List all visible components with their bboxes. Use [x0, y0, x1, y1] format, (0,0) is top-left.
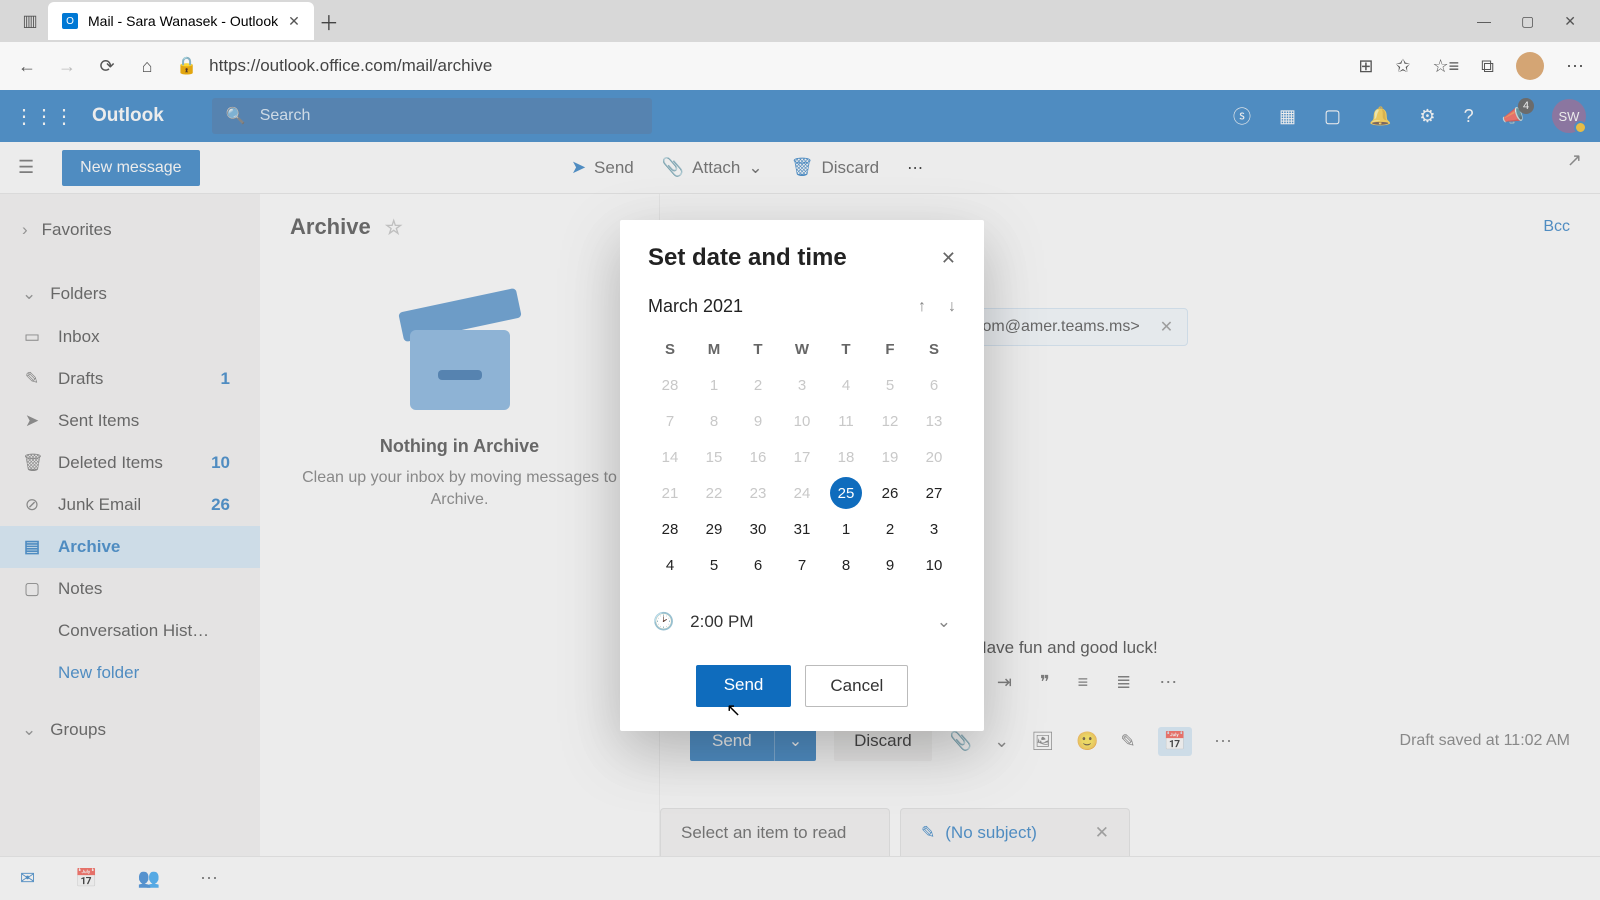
calendar-day[interactable]: 3 [912, 511, 956, 547]
url-text: https://outlook.office.com/mail/archive [209, 56, 492, 76]
calendar-day[interactable]: 18 [824, 439, 868, 475]
dialog-cancel-button[interactable]: Cancel [805, 665, 908, 707]
calendar-day[interactable]: 16 [736, 439, 780, 475]
close-tab-icon[interactable]: ✕ [288, 13, 300, 30]
browser-chrome: ▥ O Mail - Sara Wanasek - Outlook ✕ ＋ — … [0, 0, 1600, 90]
address-bar[interactable]: 🔒 https://outlook.office.com/mail/archiv… [176, 56, 1340, 76]
calendar-dow: T [824, 331, 868, 367]
calendar-day[interactable]: 5 [692, 547, 736, 583]
tab-actions-icon[interactable]: ▥ [12, 3, 48, 39]
extensions-icon[interactable]: ⊞ [1358, 56, 1373, 77]
browser-tab[interactable]: O Mail - Sara Wanasek - Outlook ✕ [48, 2, 314, 40]
next-month-icon[interactable]: ↓ [948, 298, 956, 316]
calendar-day[interactable]: 9 [736, 403, 780, 439]
window-minimize-icon[interactable]: — [1477, 13, 1491, 30]
calendar-dow: S [648, 331, 692, 367]
refresh-icon[interactable]: ⟳ [96, 56, 118, 77]
calendar-day[interactable]: 27 [912, 475, 956, 511]
calendar-month: March 2021 [648, 296, 743, 317]
calendar-dow: F [868, 331, 912, 367]
window-close-icon[interactable]: ✕ [1564, 13, 1576, 30]
calendar-grid: SMTWTFS 28123456789101112131415161718192… [648, 331, 956, 583]
calendar-day[interactable]: 28 [648, 367, 692, 403]
calendar-dow: M [692, 331, 736, 367]
calendar-day[interactable]: 6 [912, 367, 956, 403]
calendar-day[interactable]: 24 [780, 475, 824, 511]
calendar-day[interactable]: 9 [868, 547, 912, 583]
dialog-send-button[interactable]: Send [696, 665, 792, 707]
window-maximize-icon[interactable]: ▢ [1521, 13, 1534, 30]
calendar-day[interactable]: 30 [736, 511, 780, 547]
forward-icon: → [56, 56, 78, 77]
calendar-day[interactable]: 11 [824, 403, 868, 439]
tab-title: Mail - Sara Wanasek - Outlook [88, 13, 278, 29]
calendar-day[interactable]: 17 [780, 439, 824, 475]
calendar-day[interactable]: 10 [780, 403, 824, 439]
calendar-day[interactable]: 14 [648, 439, 692, 475]
lock-icon: 🔒 [176, 56, 197, 76]
calendar-day[interactable]: 7 [648, 403, 692, 439]
outlook-favicon-icon: O [62, 13, 78, 29]
calendar-day[interactable]: 19 [868, 439, 912, 475]
clock-icon: 🕑 [653, 612, 674, 632]
time-picker[interactable]: 🕑 2:00 PM ⌄ [648, 605, 956, 639]
chevron-down-icon: ⌄ [937, 612, 951, 632]
dialog-title: Set date and time [648, 244, 847, 272]
calendar-day[interactable]: 20 [912, 439, 956, 475]
favorites-bar-icon[interactable]: ☆≡ [1433, 56, 1460, 77]
schedule-dialog: Set date and time ✕ March 2021 ↑ ↓ SMTWT… [620, 220, 984, 731]
calendar-day[interactable]: 22 [692, 475, 736, 511]
calendar-day[interactable]: 10 [912, 547, 956, 583]
calendar-day[interactable]: 31 [780, 511, 824, 547]
calendar-day[interactable]: 8 [692, 403, 736, 439]
calendar-day[interactable]: 3 [780, 367, 824, 403]
profile-avatar-icon[interactable] [1516, 52, 1544, 80]
calendar-dow: W [780, 331, 824, 367]
menu-icon[interactable]: ⋯ [1566, 56, 1584, 77]
calendar-day[interactable]: 7 [780, 547, 824, 583]
favorite-icon[interactable]: ✩ [1395, 56, 1410, 77]
calendar-day[interactable]: 13 [912, 403, 956, 439]
calendar-day[interactable]: 28 [648, 511, 692, 547]
address-bar-row: ← → ⟳ ⌂ 🔒 https://outlook.office.com/mai… [0, 42, 1600, 90]
calendar-day[interactable]: 5 [868, 367, 912, 403]
calendar-day[interactable]: 12 [868, 403, 912, 439]
calendar-day[interactable]: 29 [692, 511, 736, 547]
calendar-day[interactable]: 26 [868, 475, 912, 511]
collections-icon[interactable]: ⧉ [1481, 56, 1494, 77]
calendar-day[interactable]: 2 [736, 367, 780, 403]
calendar-day[interactable]: 21 [648, 475, 692, 511]
home-icon[interactable]: ⌂ [136, 56, 158, 77]
calendar-day[interactable]: 8 [824, 547, 868, 583]
calendar-day[interactable]: 6 [736, 547, 780, 583]
calendar-dow: S [912, 331, 956, 367]
calendar-dow: T [736, 331, 780, 367]
calendar-day[interactable]: 15 [692, 439, 736, 475]
tab-strip: ▥ O Mail - Sara Wanasek - Outlook ✕ ＋ — … [0, 0, 1600, 42]
new-tab-button[interactable]: ＋ [314, 7, 344, 36]
dialog-close-icon[interactable]: ✕ [941, 248, 956, 269]
prev-month-icon[interactable]: ↑ [918, 298, 926, 316]
calendar-day[interactable]: 2 [868, 511, 912, 547]
back-icon[interactable]: ← [16, 56, 38, 77]
calendar-day[interactable]: 23 [736, 475, 780, 511]
calendar-day[interactable]: 1 [824, 511, 868, 547]
calendar-day[interactable]: 4 [824, 367, 868, 403]
time-value: 2:00 PM [690, 612, 753, 632]
calendar-day[interactable]: 1 [692, 367, 736, 403]
calendar-day[interactable]: 4 [648, 547, 692, 583]
calendar-day-selected[interactable]: 25 [830, 477, 862, 509]
